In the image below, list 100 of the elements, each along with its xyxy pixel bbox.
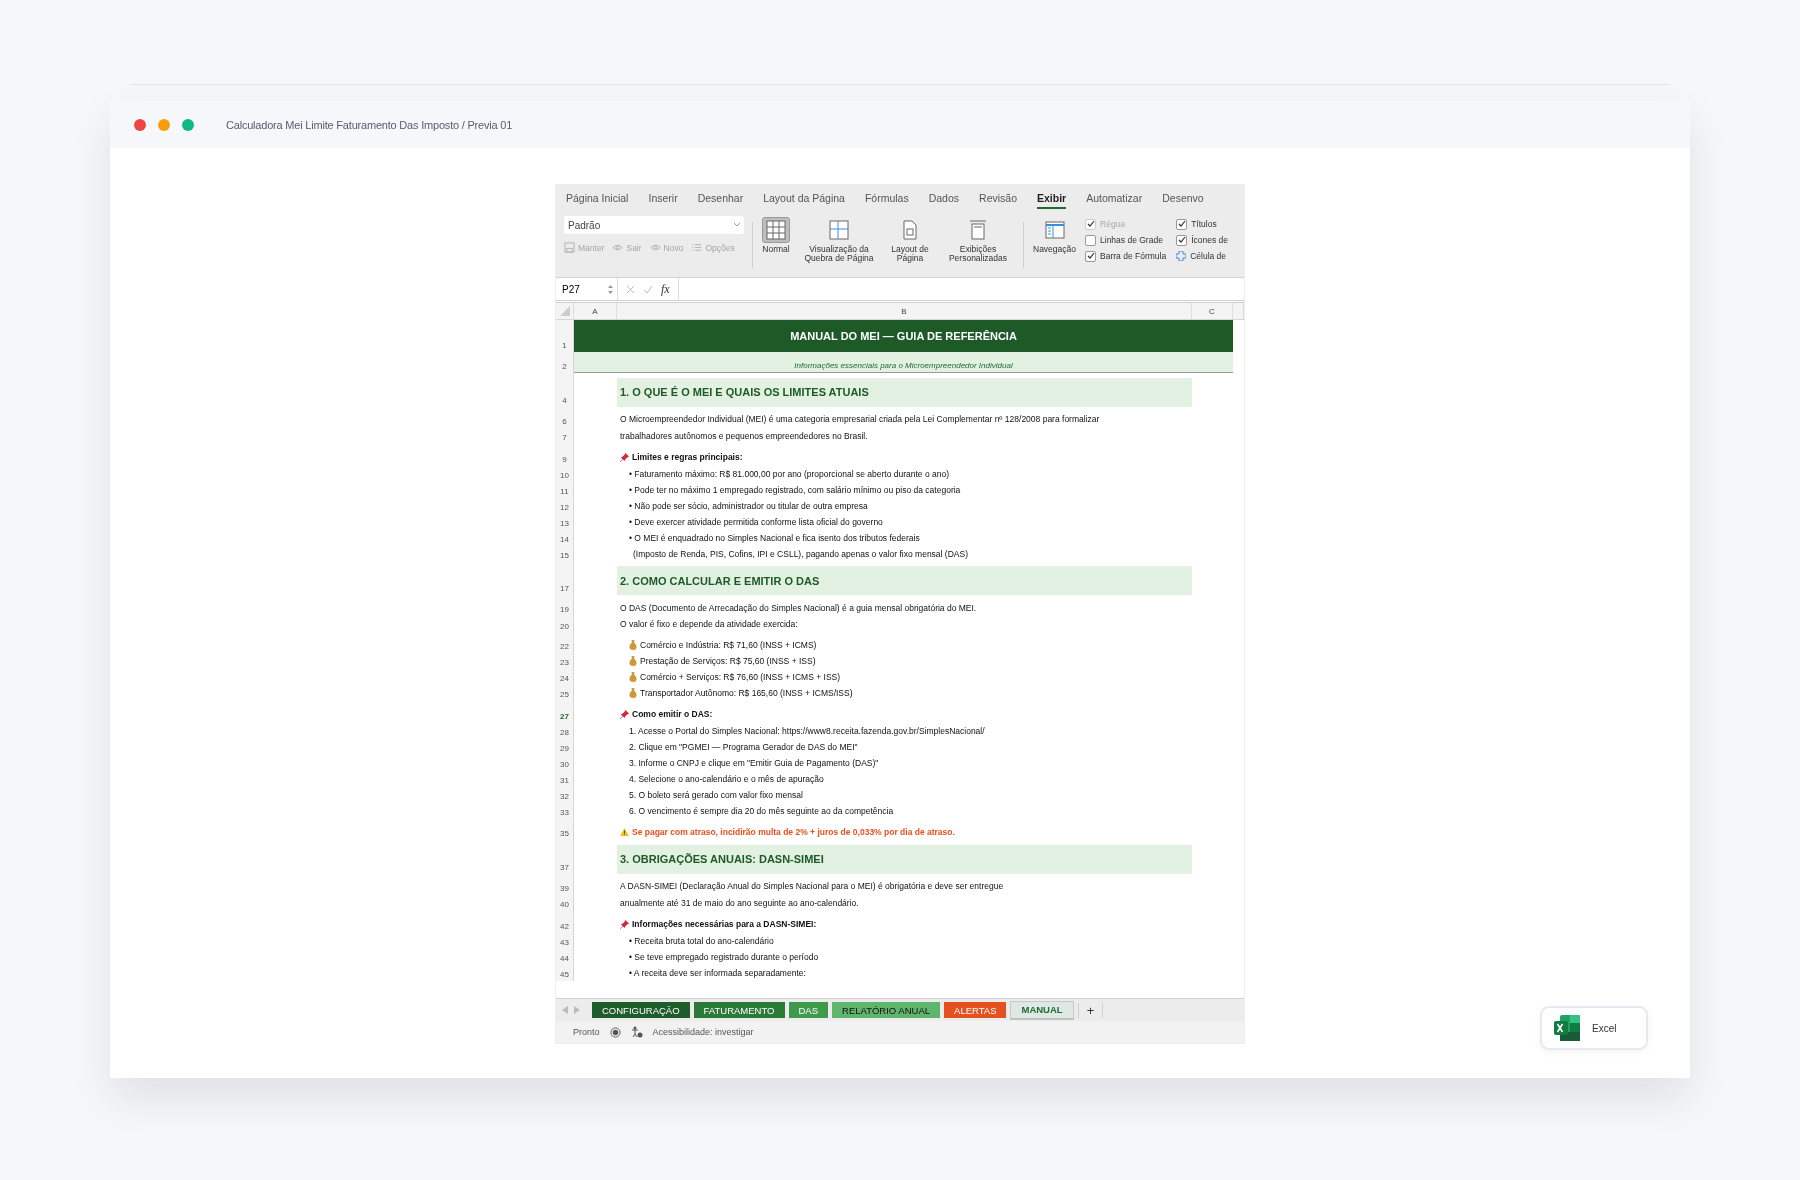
- cell-text: Limites e regras principais:: [632, 452, 743, 462]
- view-button[interactable]: Layout de Página: [887, 216, 933, 274]
- view-button[interactable]: Visualização da Quebra de Página: [799, 216, 879, 274]
- checkbox[interactable]: [1176, 234, 1188, 246]
- sheet-tab[interactable]: DAS: [788, 1002, 829, 1018]
- view-button[interactable]: Navegação: [1032, 216, 1077, 274]
- ribbon-tab[interactable]: Inserir: [648, 189, 678, 209]
- ribbon-tab[interactable]: Dados: [928, 189, 960, 209]
- sheet-tab[interactable]: ALERTAS: [944, 1002, 1007, 1018]
- sheet-tab[interactable]: RELATÓRIO ANUAL: [832, 1002, 941, 1018]
- sheet-tab[interactable]: MANUAL: [1010, 1000, 1074, 1020]
- row-number[interactable]: 23: [556, 653, 574, 669]
- check-icon: [643, 284, 653, 294]
- grid-icon: [766, 220, 786, 240]
- ribbon-tab[interactable]: Desenvo: [1162, 189, 1204, 209]
- close-dot[interactable]: [134, 118, 146, 131]
- ribbon-tab[interactable]: Fórmulas: [864, 189, 909, 209]
- cell-text: 5. O boleto será gerado com valor fixo mensal: [629, 789, 803, 800]
- ribbon-tab[interactable]: Desenhar: [697, 189, 744, 209]
- close-icon: [626, 284, 635, 294]
- column-header[interactable]: A: [574, 303, 617, 319]
- page-break-icon: [829, 220, 849, 240]
- cell-text: • Faturamento máximo: R$ 81.000,00 por ano (proporcional se aberto durante o ano): [629, 468, 950, 479]
- accessibility-status[interactable]: Acessibilidade: investigar: [652, 1027, 754, 1037]
- cell-text: 1. Acesse o Portal do Simples Nacional: https://www8.receita.fazenda.gov.br/SimplesNacional/: [629, 725, 985, 736]
- eye-icon: [649, 242, 661, 253]
- select-all-icon: [559, 306, 570, 316]
- ribbon-tab[interactable]: Automatizar: [1086, 189, 1143, 209]
- row-number[interactable]: 20: [556, 616, 574, 633]
- checkbox[interactable]: [1176, 218, 1188, 230]
- row-number[interactable]: 2: [556, 352, 574, 373]
- row-number[interactable]: 25: [556, 685, 574, 701]
- list-icon: [691, 242, 703, 253]
- option-label[interactable]: Barra de Fórmula: [1100, 251, 1167, 261]
- option-label[interactable]: Ícones de: [1191, 235, 1229, 245]
- cell-text: Como emitir o DAS:: [632, 709, 713, 719]
- cell-text: • Deve exercer atividade permitida conforme lista oficial do governo: [629, 516, 883, 527]
- cell-text: 2. Clique em "PGMEI — Programa Gerador de DAS do MEI": [629, 741, 858, 752]
- row-number[interactable]: 1: [556, 320, 574, 352]
- eye-icon: [612, 242, 624, 253]
- cell-text: • Se teve empregado registrado durante o período: [629, 951, 819, 962]
- view-select[interactable]: Padrão: [564, 216, 744, 234]
- ribbon-tab[interactable]: Layout da Página: [763, 189, 845, 209]
- page-icon: [900, 220, 920, 240]
- spreadsheet-app-icon: [1552, 1013, 1582, 1043]
- column-header[interactable]: B: [617, 303, 1192, 319]
- row-number[interactable]: 37: [556, 844, 574, 874]
- cell-text: Informações necessárias para a DASN-SIMEI:: [632, 919, 817, 929]
- sheet-tab[interactable]: FATURAMENTO: [693, 1002, 785, 1018]
- name-box[interactable]: P27: [556, 278, 618, 300]
- section-heading: 2. COMO CALCULAR E EMITIR O DAS: [617, 566, 1192, 595]
- cell-text: • Não pode ser sócio, administrador ou titular de outra empresa: [629, 500, 868, 511]
- cell-text: Comércio e Indústria: R$ 71,60 (INSS + ICMS): [640, 640, 817, 650]
- cell-text: 4. Selecione o ano-calendário e o mês de apuração: [629, 773, 824, 784]
- app-badge[interactable]: Excel: [1540, 1006, 1648, 1050]
- cell-text: • O MEI é enquadrado no Simples Nacional e fica isento dos tributos federais: [629, 532, 920, 543]
- chevron-down-icon: [734, 223, 740, 227]
- cell-text: anualmente até 31 de maio do ano seguinte ao ano-calendário.: [620, 897, 859, 908]
- ribbon-tab[interactable]: Exibir: [1037, 189, 1067, 209]
- cell-text: 6. O vencimento é sempre dia 20 do mês seguinte ao da competência: [629, 805, 894, 816]
- pin-icon: [620, 919, 629, 929]
- row-number[interactable]: 22: [556, 637, 574, 653]
- option-label[interactable]: Célula de: [1190, 251, 1227, 261]
- cell-text: O valor é fixo e depende da atividade exercida:: [620, 619, 798, 630]
- sheet-tab[interactable]: CONFIGURAÇÃO: [592, 1002, 690, 1018]
- option-label[interactable]: Títulos: [1191, 219, 1217, 229]
- option-label[interactable]: Linhas de Grade: [1100, 235, 1163, 245]
- cell-text: 3. Informe o CNPJ e clique em "Emitir Guia de Pagamento (DAS)": [629, 757, 879, 768]
- checkbox[interactable]: [1085, 250, 1096, 262]
- navigation-icon: [1044, 220, 1065, 240]
- next-icon: [574, 1006, 580, 1014]
- section-heading: 1. O QUE É O MEI E QUAIS OS LIMITES ATUAIS: [617, 377, 1192, 407]
- minimize-dot[interactable]: [158, 118, 170, 131]
- row-number[interactable]: 24: [556, 669, 574, 685]
- custom-view-icon: [968, 220, 988, 240]
- column-header[interactable]: C: [1192, 303, 1233, 319]
- previous-icon: [562, 1006, 568, 1014]
- ribbon-tab[interactable]: Página Inicial: [566, 189, 629, 209]
- view-button[interactable]: Normal: [761, 216, 791, 274]
- stepper-icon: [608, 284, 613, 294]
- cell-icon: [1176, 251, 1187, 261]
- maximize-dot[interactable]: [182, 118, 194, 131]
- cell-text: A DASN-SIMEI (Declaração Anual do Simples Nacional para o MEI) é obrigatória e deve ser entregue: [620, 881, 1004, 892]
- section-heading: 3. OBRIGAÇÕES ANUAIS: DASN-SIMEI: [617, 844, 1192, 874]
- ribbon-tab[interactable]: Revisão: [979, 189, 1017, 209]
- window-title: Calculadora Mei Limite Faturamento Das Imposto / Previa 01: [226, 118, 513, 131]
- cell-text: O DAS (Documento de Arrecadação do Simples Nacional) é a guia mensal obrigatória do MEI.: [620, 602, 977, 613]
- function-button[interactable]: fx: [661, 281, 670, 297]
- row-number[interactable]: 35: [556, 823, 574, 840]
- cell-text: Comércio + Serviços: R$ 76,60 (INSS + ICMS + ISS): [640, 672, 841, 682]
- add-sheet-button[interactable]: +: [1077, 1002, 1104, 1018]
- cell-text: O Microempreendedor Individual (MEI) é uma categoria empresarial criada pela Lei Complementar nº 128/2008 para formalizar: [620, 414, 1100, 425]
- row-number[interactable]: 17: [556, 566, 574, 595]
- row-number[interactable]: 4: [556, 377, 574, 407]
- view-button[interactable]: Exibições Personalizadas: [941, 216, 1015, 274]
- warning-text: Se pagar com atraso, incidirão multa de 2% + juros de 0,033% por dia de atraso.: [632, 826, 955, 837]
- cell-text: (Imposto de Renda, PIS, Cofins, IPI e CSLL), pagando apenas o valor fixo mensal (DAS): [633, 548, 968, 559]
- row-number[interactable]: 39: [556, 878, 574, 895]
- row-number[interactable]: 6: [556, 411, 574, 428]
- checkbox[interactable]: [1085, 234, 1096, 246]
